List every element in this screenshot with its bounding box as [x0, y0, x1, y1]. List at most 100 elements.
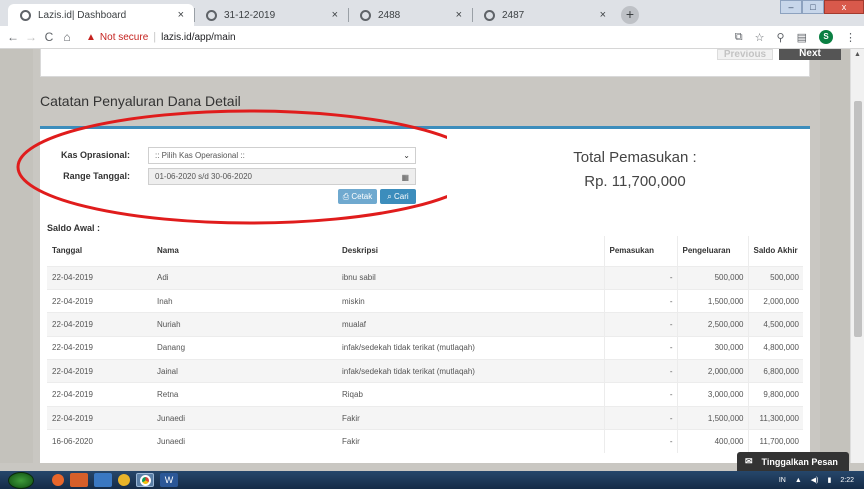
tab-2488[interactable]: 2488 × — [348, 4, 472, 26]
profile-avatar[interactable]: S — [819, 30, 833, 44]
cell-deskripsi: infak/sedekah tidak terikat (mutlaqah) — [337, 359, 604, 383]
docs-icon[interactable]: ▤ — [797, 31, 807, 44]
globe-icon — [360, 9, 371, 21]
globe-icon — [206, 9, 217, 21]
tab-31-12-2019[interactable]: 31-12-2019 × — [194, 4, 348, 26]
cell-nama: Inah — [152, 288, 337, 313]
chrome-taskbar-icon[interactable] — [136, 473, 154, 487]
cell-saldo: 11,700,000 — [747, 429, 803, 454]
tab-2487[interactable]: 2487 × — [472, 4, 616, 26]
cell-tanggal: 22-04-2019 — [47, 359, 152, 383]
col-pengeluaran[interactable]: Pengeluaran — [676, 236, 748, 267]
extension-icon[interactable]: ⚲ — [777, 31, 785, 44]
cell-deskripsi: Fakir — [337, 405, 604, 430]
cell-pemasukan: - — [603, 359, 677, 383]
reload-icon[interactable]: C — [40, 30, 58, 44]
col-tanggal[interactable]: Tanggal — [47, 236, 152, 267]
total-pemasukan-value: Rp. 11,700,000 — [584, 173, 686, 190]
table-row: 22-04-2019 Inah miskin - 1,500,000 2,000… — [47, 288, 803, 313]
table-row: 22-04-2019 Retna Riqab - 3,000,000 9,800… — [47, 382, 803, 407]
cell-pemasukan: - — [603, 312, 677, 337]
menu-icon[interactable]: ⋮ — [845, 31, 856, 44]
cell-saldo: 4,800,000 — [747, 335, 803, 360]
cell-nama: Danang — [152, 335, 337, 360]
cell-saldo: 9,800,000 — [747, 382, 803, 407]
cell-pengeluaran: 3,000,000 — [676, 382, 748, 407]
tab-title: 31-12-2019 — [224, 9, 276, 21]
warning-icon[interactable]: ▲ — [86, 32, 96, 43]
new-tab-button[interactable]: + — [621, 6, 639, 24]
cell-deskripsi: Fakir — [337, 429, 604, 454]
cell-pengeluaran: 1,500,000 — [676, 405, 748, 430]
report-card: Kas Oprasional: :: Pilih Kas Operasional… — [16, 109, 810, 463]
bookmark-star-icon[interactable]: ☆ — [755, 31, 765, 44]
vertical-scrollbar[interactable]: ▲ — [850, 49, 864, 463]
close-tab-icon[interactable]: × — [456, 9, 462, 21]
explorer-icon[interactable] — [94, 473, 112, 487]
envelope-icon: ✉ — [745, 456, 753, 466]
tab-lazis-dashboard[interactable]: Lazis.id| Dashboard × — [8, 4, 194, 26]
close-tab-icon[interactable]: × — [332, 9, 338, 21]
maximize-button[interactable]: □ — [802, 0, 824, 14]
app-icon-orange[interactable] — [70, 473, 88, 487]
cell-nama: Junaedi — [152, 405, 337, 430]
table-row: 22-04-2019 Jainal infak/sedekah tidak te… — [47, 359, 803, 383]
scroll-up-icon[interactable]: ▲ — [854, 51, 861, 58]
table-row: 16-06-2020 Junaedi Fakir - 400,000 11,70… — [47, 429, 803, 454]
table-header-row: Tanggal Nama Deskripsi Pemasukan Pengelu… — [47, 236, 803, 267]
annotation-ellipse-shape — [16, 109, 447, 225]
chrome-icon — [139, 474, 151, 486]
url-field[interactable]: lazis.id/app/main — [161, 32, 235, 43]
table-row: 22-04-2019 Danang infak/sedekah tidak te… — [47, 335, 803, 360]
language-indicator[interactable]: IN — [779, 477, 786, 484]
close-window-button[interactable]: x — [824, 0, 864, 14]
previous-button[interactable]: Previous — [717, 49, 773, 60]
cell-pengeluaran: 2,000,000 — [676, 359, 748, 383]
scrollbar-thumb[interactable] — [854, 101, 862, 337]
tray-expand-icon[interactable]: ▲ — [795, 477, 802, 484]
translate-icon[interactable]: ⧉ — [735, 31, 743, 44]
next-button[interactable]: Next — [779, 49, 841, 60]
window-controls: – □ x — [780, 0, 864, 14]
page-viewport: ▲ Previous Next Catatan Penyaluran Dana … — [0, 49, 864, 463]
col-nama[interactable]: Nama — [152, 236, 337, 267]
clock[interactable]: 2:22 — [840, 477, 854, 484]
word-icon[interactable]: W — [160, 473, 178, 487]
close-tab-icon[interactable]: × — [600, 9, 606, 21]
penyaluran-table: Tanggal Nama Deskripsi Pemasukan Pengelu… — [47, 236, 803, 454]
cell-deskripsi: ibnu sabil — [337, 265, 604, 290]
cell-deskripsi: mualaf — [337, 312, 604, 337]
minimize-button[interactable]: – — [780, 0, 802, 14]
cell-pengeluaran: 400,000 — [676, 429, 748, 454]
globe-icon — [20, 9, 31, 21]
start-button[interactable] — [8, 471, 34, 489]
cell-pemasukan: - — [603, 405, 677, 430]
table-row: 22-04-2019 Junaedi Fakir - 1,500,000 11,… — [47, 405, 803, 430]
cell-nama: Retna — [152, 382, 337, 407]
cell-pemasukan: - — [603, 265, 677, 290]
chat-widget-button[interactable]: ✉ Tinggalkan Pesan — [737, 452, 849, 471]
cell-nama: Junaedi — [152, 429, 337, 454]
close-tab-icon[interactable]: × — [178, 9, 184, 21]
network-icon[interactable]: ▮ — [828, 476, 832, 484]
cell-pengeluaran: 1,500,000 — [676, 288, 748, 313]
col-deskripsi[interactable]: Deskripsi — [337, 236, 604, 267]
table-row: 22-04-2019 Nuriah mualaf - 2,500,000 4,5… — [47, 312, 803, 337]
back-icon[interactable]: ← — [4, 30, 22, 44]
forward-icon[interactable]: → — [22, 30, 40, 44]
firefox-icon[interactable] — [52, 474, 64, 486]
cell-nama: Nuriah — [152, 312, 337, 337]
cell-tanggal: 22-04-2019 — [47, 312, 152, 337]
home-icon[interactable]: ⌂ — [58, 30, 76, 44]
address-bar: ← → C ⌂ ▲ Not secure | lazis.id/app/main… — [0, 26, 864, 49]
volume-icon[interactable]: ◀) — [811, 476, 819, 484]
security-indicator[interactable]: Not secure — [100, 32, 148, 43]
cell-saldo: 11,300,000 — [747, 405, 803, 430]
cell-saldo: 6,800,000 — [747, 359, 803, 383]
col-pemasukan[interactable]: Pemasukan — [603, 236, 677, 267]
col-saldo-akhir[interactable]: Saldo Akhir — [747, 236, 803, 267]
cell-tanggal: 22-04-2019 — [47, 405, 152, 430]
cell-nama: Jainal — [152, 359, 337, 383]
cell-deskripsi: Riqab — [337, 382, 604, 407]
media-icon[interactable] — [118, 474, 130, 486]
